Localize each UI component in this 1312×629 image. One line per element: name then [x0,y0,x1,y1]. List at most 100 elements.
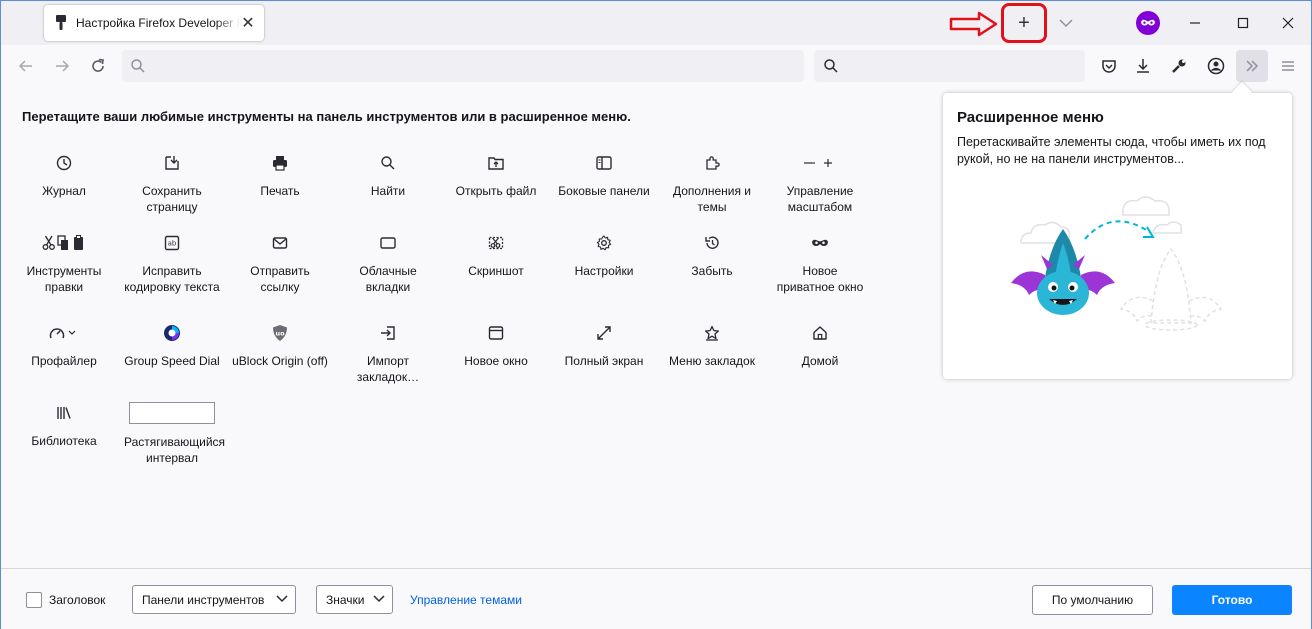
maximize-button[interactable] [1229,9,1257,37]
title-bar-checkbox-label: Заголовок [49,593,106,607]
title-bar: Настройка Firefox Developer Edition ✕ + [1,1,1311,45]
overflow-panel-description: Перетаскивайте элементы сюда, чтобы имет… [957,135,1266,166]
palette-item-library[interactable]: Библиотека [16,401,112,449]
palette-item-history[interactable]: Журнал [16,151,112,199]
address-bar[interactable] [122,50,804,82]
zoom-controls-icon [804,159,832,167]
import-icon [381,326,395,340]
palette-item-home[interactable]: Домой [772,321,868,369]
manage-themes-link[interactable]: Управление темами [410,593,522,607]
group-speed-dial-icon [164,325,180,341]
tab-close-icon[interactable]: ✕ [240,15,256,32]
list-all-tabs-button[interactable] [1057,13,1075,33]
bookmark-star-icon [704,325,720,341]
chevron-down-icon [1059,19,1073,28]
palette-item-ublock-origin[interactable]: uo uBlock Origin (off) [232,321,328,369]
customize-instructions: Перетащите ваши любимые инструменты на п… [22,109,631,124]
svg-text:ab: ab [168,240,177,248]
synced-tabs-icon [380,237,396,249]
palette-item-bookmarks-menu[interactable]: Меню закладок [664,321,760,369]
puzzle-icon [706,156,720,170]
account-button[interactable] [1204,54,1228,78]
palette-item-open-file[interactable]: Открыть файл [448,151,544,199]
done-button[interactable]: Готово [1172,585,1292,615]
account-icon [1207,57,1225,75]
edit-tools-icon [42,235,83,250]
overflow-menu-panel: Расширенное меню Перетаскивайте элементы… [943,82,1292,379]
profiler-icon [49,328,76,339]
palette-item-settings[interactable]: Настройки [556,231,652,279]
arrow-left-icon [18,60,32,72]
library-icon [57,407,71,419]
palette-item-sidebars[interactable]: Боковые панели [556,151,652,199]
sidebar-icon [596,156,612,170]
palette-item-new-window[interactable]: Новое окно [448,321,544,369]
search-icon [381,156,395,170]
minimize-button[interactable] [1181,9,1209,37]
palette-item-private-window[interactable]: Новое приватное окно [772,231,868,295]
clock-icon [56,155,72,171]
palette-item-text-encoding[interactable]: ab Исправить кодировку текста [124,231,220,295]
palette-item-group-speed-dial[interactable]: Group Speed Dial [124,321,220,369]
search-icon [131,59,145,73]
palette-item-print[interactable]: Печать [232,151,328,199]
wrench-icon [1172,59,1186,73]
overflow-menu-button[interactable] [1236,50,1268,82]
tab-title: Настройка Firefox Developer Edition [76,16,240,30]
open-file-icon [488,157,504,170]
customize-tab[interactable]: Настройка Firefox Developer Edition ✕ [44,5,264,41]
palette-item-import-bookmarks[interactable]: Импорт закладок… [340,321,436,385]
palette-item-synced-tabs[interactable]: Облачные вкладки [340,231,436,295]
printer-icon [273,156,287,171]
palette-item-save-page[interactable]: Сохранить страницу [124,151,220,215]
download-icon [1137,59,1149,73]
palette-item-addons[interactable]: Дополнения и темы [664,151,760,215]
paintbrush-icon [54,15,68,31]
palette-item-zoom-controls[interactable]: Управление масштабом [772,151,868,215]
gear-icon [596,235,612,251]
navigation-toolbar [1,45,1311,87]
palette-item-fullscreen[interactable]: Полный экран [556,321,652,369]
forget-icon [705,236,719,249]
developer-tools-button[interactable] [1167,54,1191,78]
palette-item-profiler[interactable]: Профайлер [16,321,112,369]
flexible-space-preview [129,402,215,424]
search-icon [824,59,838,73]
density-select[interactable]: Значки [316,585,393,614]
email-icon [272,237,288,249]
reload-button[interactable] [85,53,111,79]
palette-item-screenshot[interactable]: Скриншот [448,231,544,279]
title-bar-checkbox[interactable] [26,592,42,608]
screenshot-icon [488,236,504,250]
close-window-button[interactable] [1274,9,1302,37]
restore-defaults-button[interactable]: По умолчанию [1032,585,1153,615]
hamburger-menu-icon [1282,61,1294,71]
chevron-down-icon [276,595,288,603]
customize-footer: Заголовок Панели инструментов Значки Упр… [1,568,1311,629]
new-window-icon [488,326,504,340]
save-page-icon [165,156,179,170]
svg-text:uo: uo [275,330,285,338]
new-tab-button[interactable]: + [1001,3,1047,43]
private-mask-icon [812,239,828,246]
back-button[interactable] [13,53,39,79]
palette-item-flexible-space[interactable]: Растягивающийся интервал [124,401,225,466]
search-bar[interactable] [814,50,1085,82]
downloads-button[interactable] [1131,54,1155,78]
overflow-panel-title: Расширенное меню [957,109,1104,126]
close-icon [1282,17,1294,29]
browser-window: Настройка Firefox Developer Edition ✕ + [0,0,1312,629]
pocket-icon [1102,60,1116,73]
red-arrow-annotation-icon [949,11,998,37]
pocket-button[interactable] [1097,54,1121,78]
toolbars-select[interactable]: Панели инструментов [132,585,296,614]
palette-item-forget[interactable]: Забыть [664,231,760,279]
app-menu-button[interactable] [1276,54,1300,78]
arrow-right-icon [56,60,70,72]
palette-item-email-link[interactable]: Отправить ссылку [232,231,328,295]
palette-item-edit-controls[interactable]: Инструменты правки [16,231,112,295]
fullscreen-icon [597,326,611,340]
palette-item-find[interactable]: Найти [340,151,436,199]
forward-button[interactable] [49,53,75,79]
home-icon [813,326,827,340]
